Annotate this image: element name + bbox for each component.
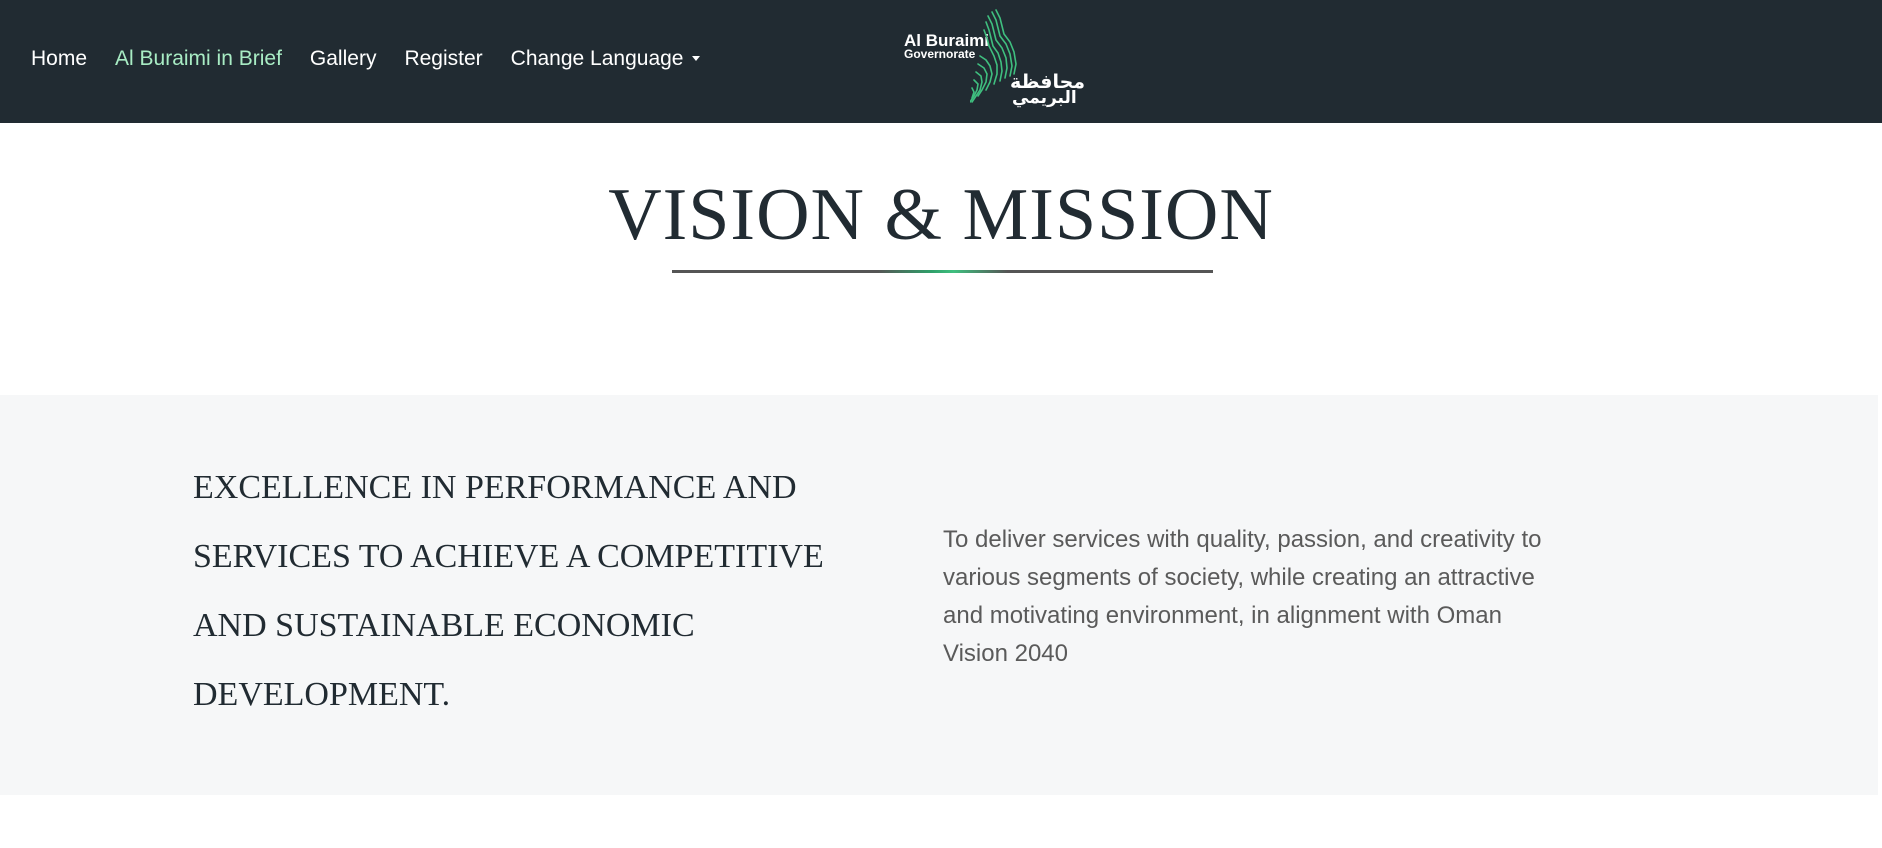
page-title: VISION & MISSION xyxy=(608,174,1274,256)
nav-item-change-language[interactable]: Change Language xyxy=(511,47,700,71)
logo-name-ar-line2: البريمي xyxy=(1012,88,1077,108)
main-nav: Home Al Buraimi in Brief Gallery Registe… xyxy=(31,0,728,117)
nav-item-register[interactable]: Register xyxy=(404,47,482,71)
title-underline-divider xyxy=(672,270,1213,273)
caret-down-icon xyxy=(691,56,700,62)
nav-item-gallery[interactable]: Gallery xyxy=(310,47,377,71)
nav-item-al-buraimi-in-brief[interactable]: Al Buraimi in Brief xyxy=(115,47,282,71)
vision-mission-section: EXCELLENCE IN PERFORMANCE AND SERVICES T… xyxy=(0,395,1878,795)
logo-name-en-line2: Governorate xyxy=(904,47,976,61)
mission-statement: To deliver services with quality, passio… xyxy=(943,526,1542,667)
vision-statement: EXCELLENCE IN PERFORMANCE AND SERVICES T… xyxy=(193,469,824,713)
change-language-label: Change Language xyxy=(510,46,684,70)
top-navbar: Home Al Buraimi in Brief Gallery Registe… xyxy=(0,0,1882,123)
nav-item-home[interactable]: Home xyxy=(31,47,87,71)
governorate-logo[interactable]: Al Buraimi Governorate محافظة البريمي xyxy=(900,8,1090,113)
